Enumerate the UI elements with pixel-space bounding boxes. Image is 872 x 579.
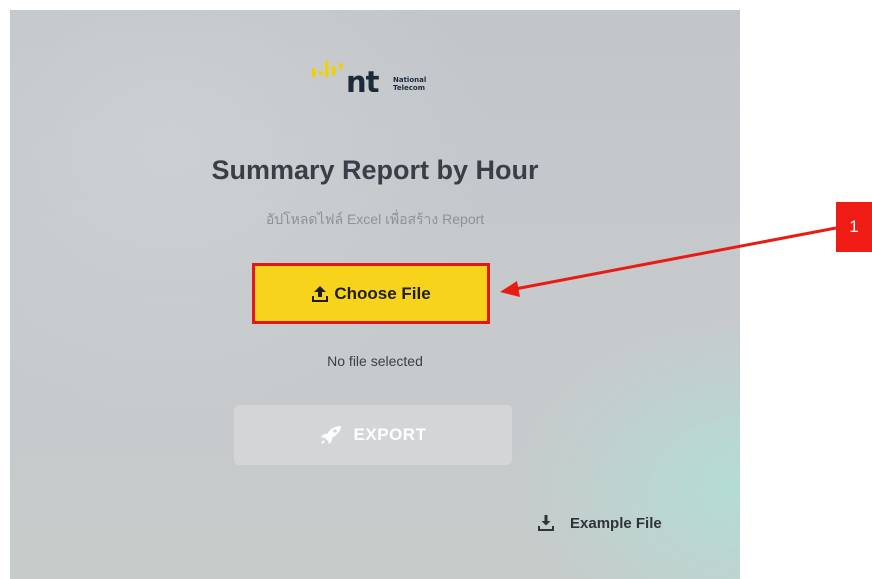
logo-brand-text: nt — [346, 65, 380, 99]
upload-panel: nt National Telecom Summary Report by Ho… — [10, 10, 740, 579]
choose-file-button[interactable]: Choose File — [252, 263, 490, 324]
file-status-text: No file selected — [327, 353, 423, 369]
export-button[interactable]: EXPORT — [234, 405, 512, 465]
logo-subtext-line2: Telecom — [393, 84, 425, 92]
example-file-label: Example File — [570, 514, 662, 532]
annotation-number: 1 — [849, 217, 859, 236]
download-icon — [538, 515, 554, 531]
nt-signal-mark-icon — [312, 61, 343, 77]
logo-subtext: National Telecom — [393, 76, 426, 92]
choose-file-label: Choose File — [334, 283, 431, 303]
export-label: EXPORT — [353, 425, 427, 444]
page-title: Summary Report by Hour — [211, 155, 539, 185]
logo-subtext-line1: National — [393, 76, 427, 84]
page-subtitle: อัปโหลดไฟล์ Excel เพื่อสร้าง Report — [265, 211, 485, 227]
nt-logo: nt National Telecom — [310, 58, 460, 99]
annotation-badge: 1 — [836, 202, 872, 252]
upload-icon — [312, 285, 329, 302]
rocket-icon — [320, 426, 341, 444]
example-file-link[interactable]: Example File — [538, 512, 662, 534]
